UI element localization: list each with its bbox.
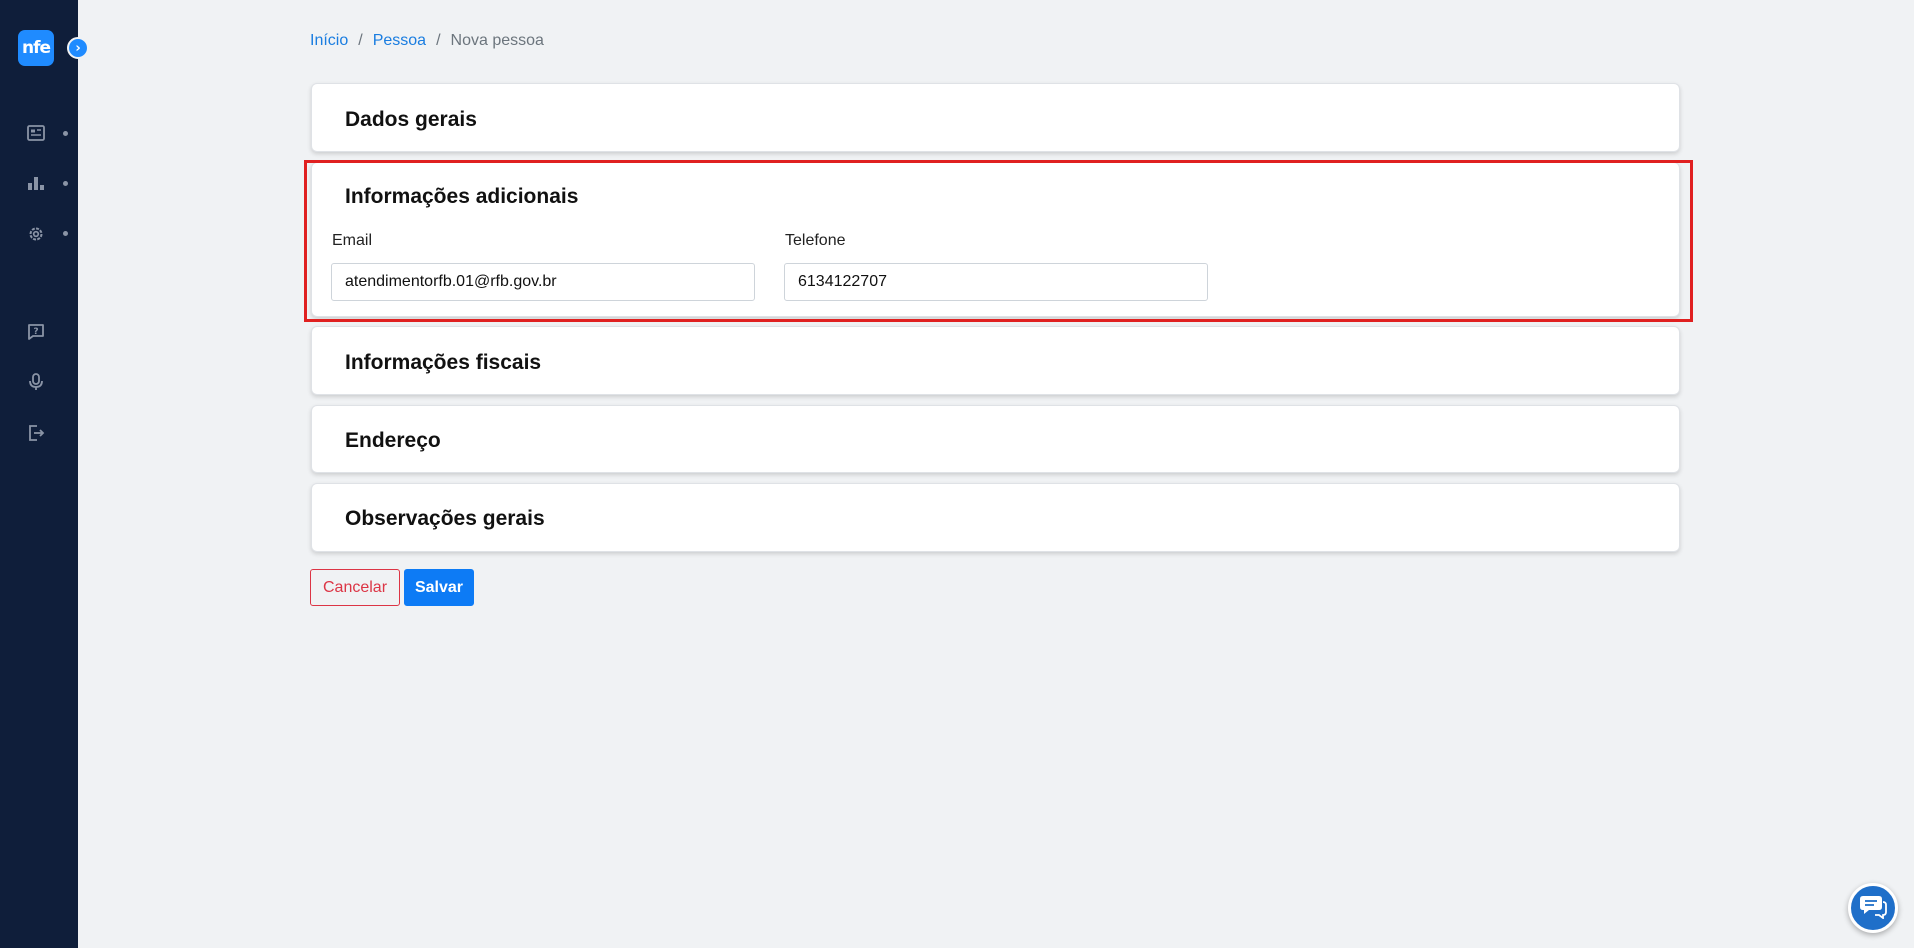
microphone-icon[interactable]	[25, 371, 47, 393]
svg-text:?: ?	[33, 327, 38, 337]
sidebar: nfe ?	[0, 0, 78, 948]
document-icon[interactable]	[25, 122, 47, 144]
chat-support-button[interactable]	[1848, 883, 1898, 933]
logout-icon[interactable]	[25, 422, 47, 444]
section-dados-gerais[interactable]: Dados gerais	[311, 83, 1680, 152]
section-title: Observações gerais	[345, 507, 545, 530]
gear-icon[interactable]	[25, 223, 47, 245]
breadcrumb-home-link[interactable]: Início	[310, 32, 348, 50]
chat-bubble-icon	[1859, 893, 1887, 924]
email-field[interactable]	[331, 263, 755, 301]
breadcrumb: Início / Pessoa / Nova pessoa	[310, 32, 544, 50]
section-title: Endereço	[345, 429, 441, 452]
phone-field[interactable]	[784, 263, 1208, 301]
section-informacoes-adicionais: Informações adicionais Email Telefone	[311, 162, 1680, 317]
phone-label: Telefone	[785, 232, 846, 249]
breadcrumb-current: Nova pessoa	[450, 32, 544, 49]
breadcrumb-separator: /	[436, 32, 441, 49]
menu-indicator-dot	[63, 231, 68, 236]
chart-icon[interactable]	[25, 172, 47, 194]
section-title: Dados gerais	[345, 108, 477, 131]
cancel-button[interactable]: Cancelar	[310, 569, 400, 606]
sidebar-expand-button[interactable]: ›	[67, 37, 89, 59]
email-label: Email	[332, 232, 373, 249]
help-chat-icon[interactable]: ?	[25, 321, 47, 343]
section-observacoes-gerais[interactable]: Observações gerais	[311, 483, 1680, 552]
breadcrumb-pessoa-link[interactable]: Pessoa	[373, 32, 426, 50]
menu-indicator-dot	[63, 181, 68, 186]
breadcrumb-separator: /	[358, 32, 363, 49]
section-title: Informações fiscais	[345, 351, 542, 374]
section-endereco[interactable]: Endereço	[311, 405, 1680, 473]
section-informacoes-fiscais[interactable]: Informações fiscais	[311, 326, 1680, 395]
section-title[interactable]: Informações adicionais	[345, 185, 578, 209]
app-logo[interactable]: nfe	[18, 30, 54, 66]
menu-indicator-dot	[63, 131, 68, 136]
save-button[interactable]: Salvar	[404, 569, 474, 606]
